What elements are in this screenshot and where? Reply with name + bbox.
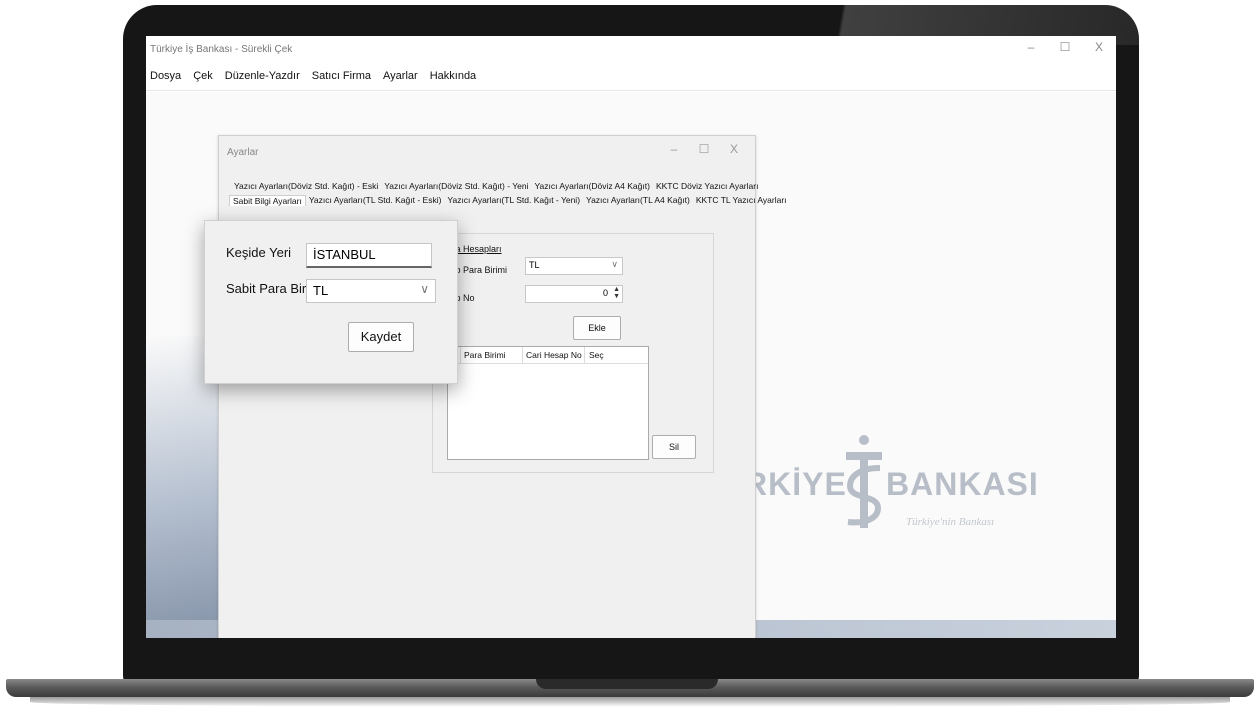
menu-divider bbox=[146, 90, 1116, 91]
place-value: İSTANBUL bbox=[313, 247, 376, 262]
save-button[interactable]: Kaydet bbox=[348, 322, 414, 352]
tab-tl-a4[interactable]: Yazıcı Ayarları(TL A4 Kağıt) bbox=[583, 195, 693, 206]
tab-sabit-bilgi[interactable]: Sabit Bilgi Ayarları bbox=[229, 195, 306, 206]
tab-doviz-a4[interactable]: Yazıcı Ayarları(Döviz A4 Kağıt) bbox=[532, 181, 653, 191]
chevron-down-icon: ∨ bbox=[420, 282, 429, 296]
column-divider bbox=[522, 347, 523, 363]
tabs-row-1: Yazıcı Ayarları(Döviz Std. Kağıt) - Eski… bbox=[231, 181, 761, 191]
column-sec[interactable]: Seç bbox=[589, 350, 604, 360]
place-input[interactable]: İSTANBUL bbox=[306, 243, 432, 268]
menubar: Dosya Çek Düzenle-Yazdır Satıcı Firma Ay… bbox=[146, 70, 484, 90]
column-cari-hesap-no[interactable]: Cari Hesap No bbox=[526, 350, 582, 360]
spin-arrows-icon[interactable]: ▲ ▼ bbox=[613, 286, 620, 300]
screen: Türkiye İş Bankası - Sürekli Çek – ☐ X D… bbox=[146, 36, 1116, 638]
settings-window: Ayarlar – ☐ X Yazıcı Ayarları(Döviz Std.… bbox=[218, 135, 787, 638]
laptop-base-shadow bbox=[30, 697, 1230, 707]
accounts-table[interactable]: Para Birimi Cari Hesap No Seç bbox=[447, 346, 649, 460]
tab-doviz-std-yeni[interactable]: Yazıcı Ayarları(Döviz Std. Kağıt) - Yeni bbox=[381, 181, 531, 191]
logo-text-left: RKİYE bbox=[744, 466, 847, 502]
currency-value: TL bbox=[313, 283, 329, 298]
settings-window-controls: – ☐ X bbox=[659, 142, 749, 156]
account-currency-value: TL bbox=[529, 260, 540, 270]
column-divider bbox=[584, 347, 585, 363]
column-divider bbox=[460, 347, 461, 363]
place-label: Keşide Yeri bbox=[226, 245, 292, 260]
menu-hakkinda[interactable]: Hakkında bbox=[426, 70, 480, 90]
currency-select[interactable]: TL ∨ bbox=[306, 279, 436, 303]
tab-tl-std-eski[interactable]: Yazıcı Ayarları(TL Std. Kağıt - Eski) bbox=[306, 195, 445, 206]
app-titlebar: Türkiye İş Bankası - Sürekli Çek – ☐ X bbox=[146, 36, 1116, 64]
tab-kktc-doviz[interactable]: KKTC Döviz Yazıcı Ayarları bbox=[653, 181, 762, 191]
tabs-row-2: Sabit Bilgi Ayarları Yazıcı Ayarları(TL … bbox=[229, 195, 790, 206]
fixed-info-panel: Keşide Yeri İSTANBUL Sabit Para Birimi T… bbox=[204, 220, 458, 384]
tab-kktc-tl[interactable]: KKTC TL Yazıcı Ayarları bbox=[693, 195, 790, 206]
logo-tagline: Türkiye'nin Bankası bbox=[906, 516, 995, 528]
settings-minimize-button[interactable]: – bbox=[659, 142, 689, 156]
bank-accounts-panel: anka Hesapları esap Para Birimi TL ∨ esa… bbox=[432, 233, 714, 473]
logo-text-right: BANKASI bbox=[886, 466, 1039, 502]
close-button[interactable]: X bbox=[1082, 40, 1116, 54]
account-number-stepper[interactable]: 0 ▲ ▼ bbox=[525, 285, 623, 303]
minimize-button[interactable]: – bbox=[1014, 40, 1048, 54]
menu-duzenle-yazdir[interactable]: Düzenle-Yazdır bbox=[221, 70, 304, 90]
menu-satici-firma[interactable]: Satıcı Firma bbox=[308, 70, 375, 90]
settings-close-button[interactable]: X bbox=[719, 142, 749, 156]
add-button[interactable]: Ekle bbox=[573, 316, 621, 340]
settings-maximize-button[interactable]: ☐ bbox=[689, 142, 719, 156]
account-currency-select[interactable]: TL ∨ bbox=[525, 257, 623, 275]
chevron-down-icon: ∨ bbox=[611, 259, 618, 269]
delete-button[interactable]: Sil bbox=[652, 435, 696, 459]
menu-dosya[interactable]: Dosya bbox=[146, 70, 185, 90]
tab-tl-std-yeni[interactable]: Yazıcı Ayarları(TL Std. Kağıt - Yeni) bbox=[444, 195, 583, 206]
accounts-table-header: Para Birimi Cari Hesap No Seç bbox=[448, 347, 648, 364]
column-para-birimi[interactable]: Para Birimi bbox=[464, 350, 506, 360]
window-controls: – ☐ X bbox=[1014, 40, 1116, 54]
menu-cek[interactable]: Çek bbox=[189, 70, 217, 90]
settings-title: Ayarlar bbox=[227, 147, 259, 158]
account-number-value: 0 bbox=[602, 288, 608, 298]
laptop-notch bbox=[536, 679, 718, 689]
app-title: Türkiye İş Bankası - Sürekli Çek bbox=[150, 44, 293, 55]
tab-doviz-std-eski[interactable]: Yazıcı Ayarları(Döviz Std. Kağıt) - Eski bbox=[231, 181, 381, 191]
menu-ayarlar[interactable]: Ayarlar bbox=[379, 70, 422, 90]
bank-logo-icon bbox=[846, 435, 882, 528]
maximize-button[interactable]: ☐ bbox=[1048, 40, 1082, 54]
